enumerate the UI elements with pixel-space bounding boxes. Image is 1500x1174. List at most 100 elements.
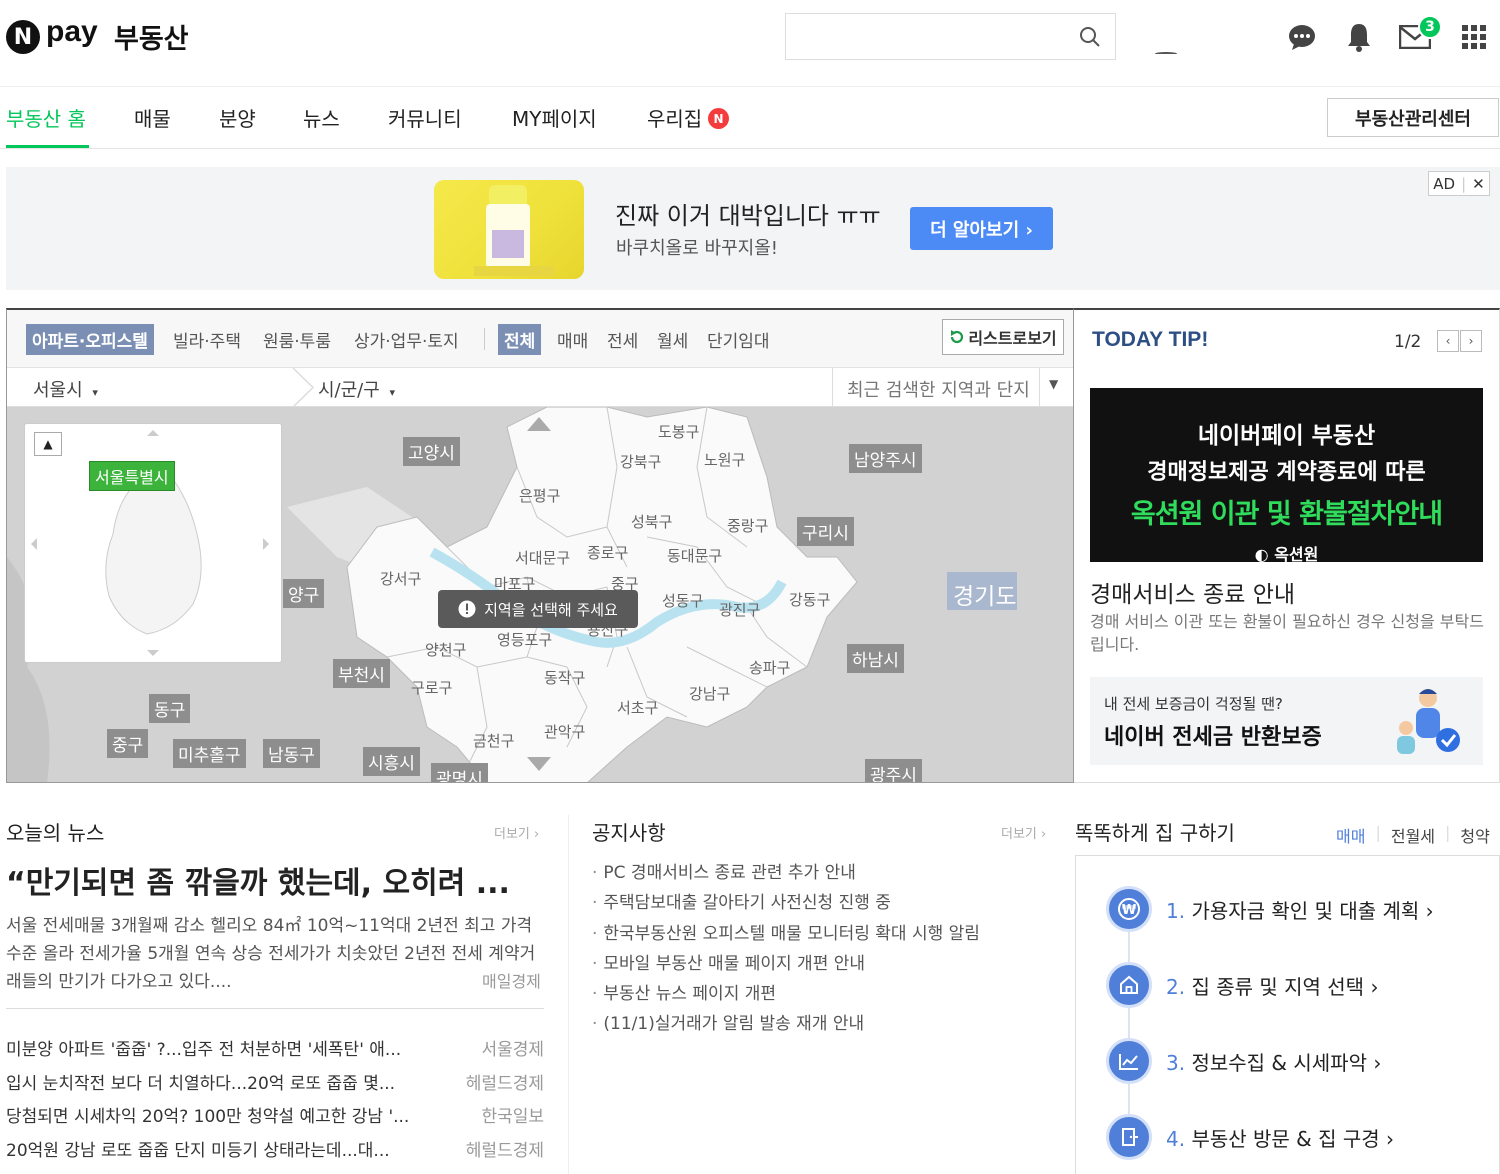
logo-n-icon[interactable]: N [6, 20, 40, 54]
notice-item[interactable]: (11/1)실거래가 알림 발송 재개 안내 [592, 1009, 980, 1039]
map-label-bucheon[interactable]: 부천시 [333, 659, 390, 688]
map-label-hanam[interactable]: 하남시 [847, 644, 904, 673]
news-list-item[interactable]: 입시 눈치작전 보다 더 치열하다...20억 로또 줍줍 몇... 헤럴드경제 [6, 1069, 544, 1094]
step-3[interactable]: 3. 정보수집 & 시세파악 › [1166, 1047, 1381, 1076]
tip-heading[interactable]: 경매서비스 종료 안내 [1090, 575, 1295, 609]
management-center-button[interactable]: 부동산관리센터 [1327, 98, 1499, 137]
map-label-gwangju[interactable]: 광주시 [865, 759, 922, 782]
jeonse-guarantee-card[interactable]: 내 전세 보증금이 걱정될 땐? 네이버 전세금 반환보증 [1090, 677, 1483, 765]
notice-item[interactable]: 주택담보대출 갈아타기 사전신청 진행 중 [592, 888, 980, 918]
notice-item[interactable]: 부동산 뉴스 페이지 개편 [592, 979, 980, 1009]
won-coin-icon[interactable]: ₩ [1106, 886, 1152, 932]
news-more-link[interactable]: 더보기 › [494, 823, 539, 842]
map-label-gwangmyeong[interactable]: 광명시 [431, 763, 488, 782]
profile-avatar[interactable] [1155, 52, 1177, 55]
chevron-down-icon[interactable]: ▼ [1049, 377, 1058, 391]
step-4[interactable]: 4. 부동산 방문 & 집 구경 › [1166, 1123, 1394, 1152]
list-view-button[interactable]: 리스트로보기 [942, 319, 1064, 355]
map-label-goyang[interactable]: 고양시 [403, 437, 460, 466]
gu-label[interactable]: 동작구 [544, 667, 585, 688]
tip-description[interactable]: 경매 서비스 이관 또는 환불이 필요하신 경우 신청을 부탁드립니다. [1090, 610, 1485, 656]
tab-sale[interactable]: 매매 [1336, 823, 1365, 847]
map-canvas[interactable]: 고양시 남양주시 구리시 경기도 양구 부천시 하남시 동구 중구 미추홀구 남… [7, 407, 1073, 782]
tab-commercial-land[interactable]: 상가·업무·토지 [348, 324, 465, 355]
tip-next-button[interactable]: › [1460, 330, 1482, 352]
gu-label[interactable]: 중랑구 [727, 515, 768, 536]
tab-deal-sale[interactable]: 매매 [551, 324, 594, 355]
tab-subscription[interactable]: 청약 [1460, 823, 1489, 847]
tab-deal-shortterm[interactable]: 단기임대 [701, 324, 776, 355]
chat-icon[interactable] [1285, 20, 1319, 54]
tab-deal-all[interactable]: 전체 [498, 324, 542, 355]
gu-label[interactable]: 도봉구 [658, 421, 699, 442]
news-headline[interactable]: “만기되면 좀 깎을까 했는데, 오히려 ... [6, 858, 510, 902]
map-label-guri[interactable]: 구리시 [797, 517, 854, 546]
nav-news[interactable]: 뉴스 [303, 103, 340, 132]
nav-mypage[interactable]: MY페이지 [512, 103, 597, 132]
nav-community[interactable]: 커뮤니티 [388, 103, 462, 132]
nav-presale[interactable]: 분양 [219, 103, 256, 132]
search-icon[interactable] [1079, 26, 1101, 48]
tab-deal-monthly[interactable]: 월세 [651, 324, 694, 355]
gu-label[interactable]: 성북구 [631, 511, 672, 532]
notice-item[interactable]: 한국부동산원 오피스텔 매물 모니터링 확대 시행 알림 [592, 919, 980, 949]
map-label-yanggu[interactable]: 양구 [283, 579, 325, 608]
map-label-donggu[interactable]: 동구 [149, 694, 191, 723]
gu-label[interactable]: 금천구 [473, 730, 514, 751]
gu-label[interactable]: 영등포구 [497, 629, 552, 650]
gu-label[interactable]: 종로구 [587, 542, 628, 563]
city-select[interactable]: 서울시 ▾ [33, 376, 98, 402]
gu-label[interactable]: 성동구 [662, 590, 703, 611]
gu-label[interactable]: 구로구 [411, 677, 452, 698]
news-list-item[interactable]: 당첨되면 시세차익 20억? 100만 청약설 예고한 강남 '... 한국일보 [6, 1102, 544, 1127]
ad-subtitle[interactable]: 바쿠치올로 바꾸지올! [616, 234, 778, 260]
step-1[interactable]: 1. 가용자금 확인 및 대출 계획 › [1166, 895, 1434, 924]
map-label-junggu[interactable]: 중구 [107, 729, 149, 758]
map-label-gyeonggi[interactable]: 경기도 [947, 575, 1022, 613]
ad-product-image[interactable] [434, 180, 584, 279]
gu-label[interactable]: 강북구 [620, 451, 661, 472]
tab-deal-jeonse[interactable]: 전세 [601, 324, 644, 355]
ad-learn-more-button[interactable]: 더 알아보기 › [910, 207, 1053, 250]
tip-banner-image[interactable]: 네이버페이 부동산 경매정보제공 계약종료에 따른 옥션원 이관 및 환불절차안… [1090, 388, 1483, 564]
map-label-namyangju[interactable]: 남양주시 [849, 444, 922, 473]
gu-label[interactable]: 양천구 [425, 639, 466, 660]
step-2[interactable]: 2. 집 종류 및 지역 선택 › [1166, 971, 1378, 1000]
tab-oneroom-tworoom[interactable]: 원룸·투룸 [257, 324, 337, 355]
close-icon[interactable]: ✕ [1472, 175, 1485, 193]
map-label-michuhol[interactable]: 미추홀구 [173, 739, 246, 768]
news-list-item[interactable]: 미분양 아파트 '줍줍' ?...입주 전 처분하면 '세폭탄' 애... 서울… [6, 1035, 544, 1060]
minimap[interactable]: ▲ 서울특별시 [24, 423, 282, 663]
ad-title[interactable]: 진짜 이거 대박입니다 ㅠㅠ [615, 196, 881, 231]
tab-jeonwolse[interactable]: 전월세 [1391, 823, 1435, 847]
gu-label[interactable]: 송파구 [749, 657, 790, 678]
ad-tag[interactable]: AD | ✕ [1428, 171, 1490, 196]
search-input[interactable] [785, 13, 1116, 60]
chart-trend-icon[interactable] [1106, 1038, 1152, 1084]
house-icon[interactable] [1106, 962, 1152, 1008]
gu-label[interactable]: 은평구 [519, 485, 560, 506]
logo-realty-text[interactable]: 부동산 [114, 17, 189, 56]
tab-apartment-officetel[interactable]: 아파트·오피스텔 [26, 324, 154, 355]
door-icon[interactable] [1106, 1114, 1152, 1160]
gu-label[interactable]: 노원구 [704, 449, 745, 470]
gu-label[interactable]: 서대문구 [515, 547, 570, 568]
tab-villa-house[interactable]: 빌라·주택 [167, 324, 247, 355]
gu-label[interactable]: 관악구 [544, 721, 585, 742]
bell-icon[interactable] [1342, 20, 1376, 54]
gu-label[interactable]: 강남구 [689, 683, 730, 704]
nav-home[interactable]: 부동산 홈 [6, 103, 86, 132]
notice-item[interactable]: PC 경매서비스 종료 관련 추가 안내 [592, 858, 980, 888]
news-summary[interactable]: 서울 전세매물 3개월째 감소 헬리오 84㎡ 10억~11억대 2년전 최고 … [6, 912, 536, 996]
recent-search-select[interactable]: 최근 검색한 지역과 단지 [847, 376, 1030, 402]
tip-prev-button[interactable]: ‹ [1437, 330, 1459, 352]
map-label-namdong[interactable]: 남동구 [263, 739, 320, 768]
nav-myhome[interactable]: 우리집 [647, 103, 702, 132]
nav-listings[interactable]: 매물 [134, 103, 171, 132]
notice-more-link[interactable]: 더보기 › [1001, 823, 1046, 842]
gu-label[interactable]: 서초구 [617, 697, 658, 718]
gu-label[interactable]: 강동구 [789, 589, 830, 610]
district-select[interactable]: 시/군/구 ▾ [318, 376, 395, 402]
minimap-region-label[interactable]: 서울특별시 [89, 461, 175, 491]
gu-label[interactable]: 강서구 [380, 568, 421, 589]
